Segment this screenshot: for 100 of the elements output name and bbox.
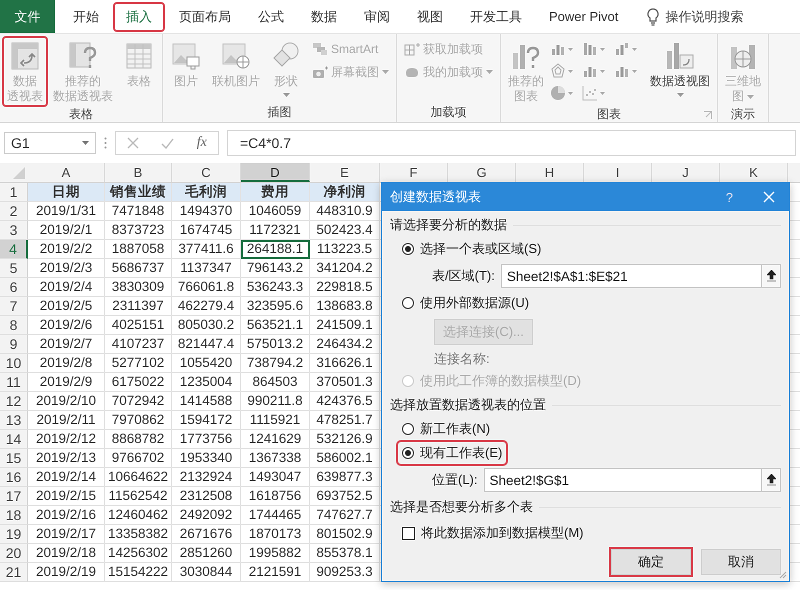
- row-header[interactable]: 7: [0, 297, 28, 316]
- radio-option[interactable]: 使用外部数据源(U): [398, 292, 534, 314]
- table-cell: 1674745: [172, 221, 241, 240]
- row-header[interactable]: 10: [0, 354, 28, 373]
- ribbon-tab[interactable]: 页面布局: [167, 2, 243, 30]
- range-field[interactable]: Sheet2!$A$1:$E$21: [500, 264, 762, 288]
- table-cell: 323595.6: [241, 297, 310, 316]
- radio-option[interactable]: 新工作表(N): [398, 418, 494, 440]
- column-title: 日期: [28, 183, 105, 202]
- radio-button[interactable]: [402, 423, 414, 435]
- table-cell: 138683.8: [310, 297, 380, 316]
- row-header[interactable]: 9: [0, 335, 28, 354]
- cancel-button[interactable]: 取消: [701, 549, 781, 575]
- table-cell: 2019/2/2: [28, 240, 105, 259]
- table-cell: 2019/2/19: [28, 563, 105, 582]
- row-header[interactable]: 3: [0, 221, 28, 240]
- column-title: 费用: [241, 183, 310, 202]
- row-header[interactable]: 15: [0, 449, 28, 468]
- ribbon-tab[interactable]: Power Pivot: [537, 2, 630, 30]
- caret-icon: [82, 141, 89, 145]
- ok-button[interactable]: 确定: [611, 549, 691, 575]
- table-cell: 316626.1: [310, 354, 380, 373]
- radio-option[interactable]: 选择一个表或区域(S): [398, 238, 546, 260]
- file-tab[interactable]: 文件: [0, 0, 55, 33]
- row-header[interactable]: 18: [0, 506, 28, 525]
- row-header[interactable]: 6: [0, 278, 28, 297]
- caret-icon: [568, 48, 573, 50]
- collapse-button[interactable]: [761, 264, 781, 288]
- resize-grip-icon[interactable]: [778, 570, 787, 579]
- table-cell: 370501.3: [310, 373, 380, 392]
- tell-me-search[interactable]: 操作说明搜索: [665, 8, 744, 26]
- row-header[interactable]: 21: [0, 563, 28, 582]
- lightbulb-icon: [647, 8, 660, 26]
- checkbox-option[interactable]: 将此数据添加到数据模型(M): [398, 522, 588, 544]
- row-header[interactable]: 13: [0, 411, 28, 430]
- row-header[interactable]: 17: [0, 487, 28, 506]
- insert-function-button[interactable]: fx: [196, 135, 207, 151]
- cancel-icon[interactable]: [127, 137, 140, 149]
- radio-option[interactable]: 现有工作表(E): [398, 442, 506, 464]
- row-header[interactable]: 12: [0, 392, 28, 411]
- row-header[interactable]: 8: [0, 316, 28, 335]
- row-header[interactable]: 4: [0, 240, 28, 259]
- table-cell: 2019/2/13: [28, 449, 105, 468]
- ribbon-tab[interactable]: 开发工具: [458, 2, 534, 30]
- range-field[interactable]: Sheet2!$G$1: [484, 468, 762, 492]
- table-cell: 502423.4: [310, 221, 380, 240]
- table-cell: 738794.2: [241, 354, 310, 373]
- ribbon-tab[interactable]: 公式: [246, 2, 296, 30]
- column-header[interactable]: D: [241, 163, 310, 182]
- checkbox[interactable]: [402, 526, 415, 540]
- ribbon-button[interactable]: 数据透视图: [646, 37, 714, 99]
- select-all-icon[interactable]: [13, 167, 25, 179]
- table-cell: 2019/2/10: [28, 392, 105, 411]
- row-header[interactable]: 20: [0, 544, 28, 563]
- row-header[interactable]: 2: [0, 202, 28, 221]
- check-icon[interactable]: [161, 138, 174, 148]
- row-header[interactable]: 11: [0, 373, 28, 392]
- radio-button[interactable]: [402, 297, 414, 309]
- column-header[interactable]: E: [310, 163, 380, 182]
- ribbon-tab[interactable]: 插入: [114, 2, 164, 30]
- table-cell: 536243.3: [241, 278, 310, 297]
- section-heading: 请选择要分析的数据: [390, 216, 507, 234]
- table-cell: 2492092: [172, 506, 241, 525]
- collapse-button[interactable]: [761, 468, 781, 492]
- close-icon[interactable]: [763, 191, 775, 203]
- formula-field[interactable]: =C4*0.7: [227, 130, 796, 156]
- table-cell: 1367338: [241, 449, 310, 468]
- ribbon-tab[interactable]: 开始: [61, 2, 111, 30]
- scatter-chart-icon: [582, 85, 598, 101]
- pivot-chart-icon: [665, 41, 695, 71]
- ribbon-tab[interactable]: 审阅: [352, 2, 402, 30]
- name-box[interactable]: G1: [4, 132, 96, 154]
- table-cell: 821447.4: [172, 335, 241, 354]
- ribbon-tab[interactable]: 视图: [405, 2, 455, 30]
- radio-button[interactable]: [402, 243, 414, 255]
- table-cell: 424376.5: [310, 392, 380, 411]
- bar-chart-icon: [582, 41, 598, 57]
- table-icon: [124, 41, 154, 71]
- ribbon-tab[interactable]: 数据: [299, 2, 349, 30]
- table-cell: 246434.2: [310, 335, 380, 354]
- radio-button[interactable]: [402, 447, 414, 459]
- dialog-launcher-icon[interactable]: [704, 111, 712, 119]
- table-cell: 14256302: [105, 544, 172, 563]
- table-cell: 462279.4: [172, 297, 241, 316]
- more-icon: [104, 137, 107, 149]
- row-header[interactable]: 14: [0, 430, 28, 449]
- row-header[interactable]: 19: [0, 525, 28, 544]
- column-header[interactable]: B: [105, 163, 172, 182]
- row-header[interactable]: 1: [0, 183, 28, 202]
- row-header[interactable]: 5: [0, 259, 28, 278]
- column-title: 毛利润: [172, 183, 241, 202]
- table-cell: 1887058: [105, 240, 172, 259]
- column-header[interactable]: A: [28, 163, 105, 182]
- row-header[interactable]: 16: [0, 468, 28, 487]
- caret-icon: [600, 92, 605, 94]
- table-cell: 2019/2/14: [28, 468, 105, 487]
- caret-icon: [632, 48, 637, 50]
- table-cell: 639877.3: [310, 468, 380, 487]
- table-cell: 2019/2/11: [28, 411, 105, 430]
- arrow-up-icon: [766, 474, 776, 486]
